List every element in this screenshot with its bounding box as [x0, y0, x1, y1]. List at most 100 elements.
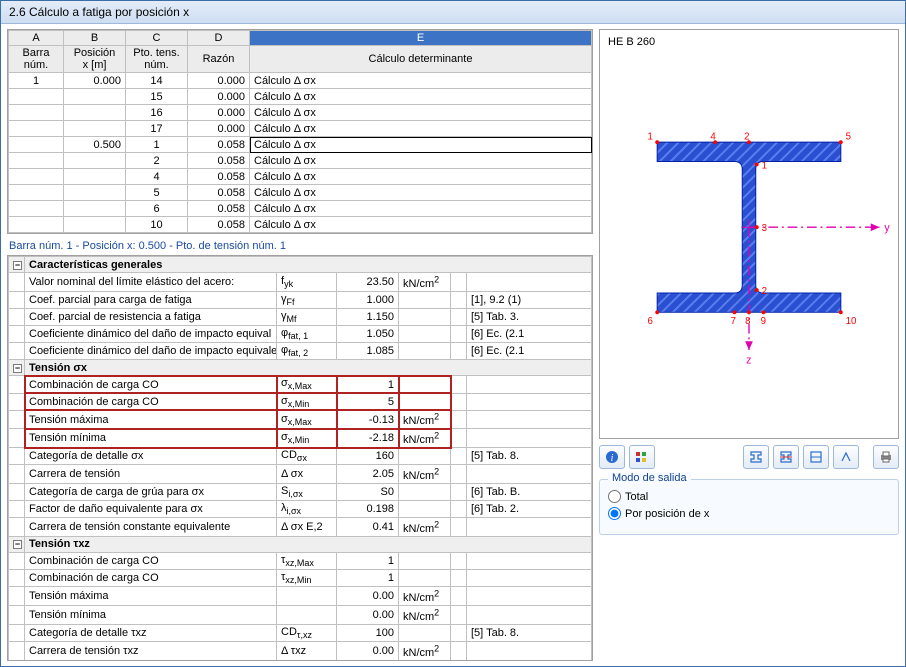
col-letter[interactable]: D: [188, 31, 250, 46]
detail-row[interactable]: Combinación de carga COτxz,Max1: [9, 552, 592, 569]
detail-group-caracteristicas[interactable]: −Características generales: [9, 257, 592, 273]
grid-cell[interactable]: [64, 153, 126, 169]
grid-cell[interactable]: 0.000: [64, 73, 126, 89]
grid-cell[interactable]: Cálculo Δ σx: [250, 137, 592, 153]
radio-total[interactable]: Total: [608, 490, 890, 503]
detail-table[interactable]: −Características generalesValor nominal …: [7, 255, 593, 661]
grid-cell[interactable]: [9, 153, 64, 169]
print-button[interactable]: [873, 445, 899, 469]
results-grid[interactable]: A B C D E Barranúm. Posiciónx [m] Pto. t…: [7, 29, 593, 234]
col-header[interactable]: Posiciónx [m]: [64, 46, 126, 73]
detail-row[interactable]: Carrera de tensión τxzΔ τxz0.00kN/cm2: [9, 641, 592, 660]
detail-row[interactable]: Coeficiente dinámico del daño de impacto…: [9, 343, 592, 360]
grid-cell[interactable]: 0.058: [188, 185, 250, 201]
col-header[interactable]: Barranúm.: [9, 46, 64, 73]
detail-row[interactable]: Coeficiente dinámico del daño de impacto…: [9, 326, 592, 343]
grid-row[interactable]: 20.058Cálculo Δ σx: [9, 153, 592, 169]
grid-cell[interactable]: 17: [126, 121, 188, 137]
grid-cell[interactable]: 1: [126, 137, 188, 153]
grid-row[interactable]: 40.058Cálculo Δ σx: [9, 169, 592, 185]
grid-cell[interactable]: [9, 217, 64, 233]
grid-cell[interactable]: Cálculo Δ σx: [250, 105, 592, 121]
grid-cell[interactable]: 4: [126, 169, 188, 185]
view-2-button[interactable]: [773, 445, 799, 469]
grid-cell[interactable]: 0.000: [188, 121, 250, 137]
detail-row[interactable]: Coef. parcial de resistencia a fatigaγMf…: [9, 308, 592, 325]
grid-cell[interactable]: 0.500: [64, 137, 126, 153]
detail-row[interactable]: Categoría de detalle τxzCDτ,xz100[5] Tab…: [9, 624, 592, 641]
section-preview[interactable]: HE B 260 y: [599, 29, 899, 439]
grid-cell[interactable]: Cálculo Δ σx: [250, 169, 592, 185]
grid-row[interactable]: 100.058Cálculo Δ σx: [9, 217, 592, 233]
grid-cell[interactable]: Cálculo Δ σx: [250, 89, 592, 105]
grid-cell[interactable]: Cálculo Δ σx: [250, 121, 592, 137]
detail-row[interactable]: Combinación de carga COσx,Max1: [9, 376, 592, 393]
view-4-button[interactable]: [833, 445, 859, 469]
grid-cell[interactable]: [9, 121, 64, 137]
grid-cell[interactable]: [9, 89, 64, 105]
grid-row[interactable]: 160.000Cálculo Δ σx: [9, 105, 592, 121]
color-button[interactable]: [629, 445, 655, 469]
detail-row[interactable]: Factor de daño equivalente para σxλi,σx0…: [9, 501, 592, 518]
grid-cell[interactable]: [9, 201, 64, 217]
view-1-button[interactable]: [743, 445, 769, 469]
detail-row[interactable]: Valor nominal del límite elástico del ac…: [9, 273, 592, 292]
col-letter[interactable]: A: [9, 31, 64, 46]
detail-row[interactable]: Carrera de tensión constante equivalente…: [9, 518, 592, 537]
grid-cell[interactable]: 10: [126, 217, 188, 233]
grid-cell[interactable]: 2: [126, 153, 188, 169]
grid-row[interactable]: 0.50010.058Cálculo Δ σx: [9, 137, 592, 153]
radio-porx-input[interactable]: [608, 507, 621, 520]
col-header[interactable]: Pto. tens.núm.: [126, 46, 188, 73]
detail-row[interactable]: Combinación de carga COσx,Min5: [9, 393, 592, 410]
grid-cell[interactable]: [9, 105, 64, 121]
detail-row[interactable]: Combinación de carga COτxz,Min1: [9, 570, 592, 587]
col-letter[interactable]: B: [64, 31, 126, 46]
grid-cell[interactable]: 0.058: [188, 153, 250, 169]
grid-row[interactable]: 10.000140.000Cálculo Δ σx: [9, 73, 592, 89]
grid-cell[interactable]: Cálculo Δ σx: [250, 153, 592, 169]
grid-row[interactable]: 170.000Cálculo Δ σx: [9, 121, 592, 137]
grid-cell[interactable]: 0.058: [188, 217, 250, 233]
grid-cell[interactable]: 0.058: [188, 137, 250, 153]
grid-cell[interactable]: Cálculo Δ σx: [250, 217, 592, 233]
grid-cell[interactable]: [9, 169, 64, 185]
grid-cell[interactable]: 6: [126, 201, 188, 217]
view-3-button[interactable]: [803, 445, 829, 469]
detail-row[interactable]: Categoría de carga de grúa para σxSi,σxS…: [9, 483, 592, 500]
grid-cell[interactable]: 0.000: [188, 105, 250, 121]
detail-row[interactable]: Categoría de carga de grúa para τxzSiS1: [9, 660, 592, 661]
grid-cell[interactable]: [64, 217, 126, 233]
grid-cell[interactable]: 15: [126, 89, 188, 105]
col-letter-selected[interactable]: E: [250, 31, 592, 46]
grid-cell[interactable]: 1: [9, 73, 64, 89]
grid-cell[interactable]: 14: [126, 73, 188, 89]
detail-row[interactable]: Tensión máximaσx,Max-0.13kN/cm2: [9, 410, 592, 429]
grid-cell[interactable]: [64, 105, 126, 121]
detail-row[interactable]: Tensión mínima0.00kN/cm2: [9, 606, 592, 625]
grid-cell[interactable]: [64, 169, 126, 185]
grid-cell[interactable]: 0.058: [188, 201, 250, 217]
grid-cell[interactable]: [9, 185, 64, 201]
collapse-icon[interactable]: −: [13, 540, 22, 549]
grid-cell[interactable]: Cálculo Δ σx: [250, 201, 592, 217]
grid-cell[interactable]: [64, 121, 126, 137]
collapse-icon[interactable]: −: [13, 364, 22, 373]
grid-row[interactable]: 50.058Cálculo Δ σx: [9, 185, 592, 201]
detail-row[interactable]: Tensión mínimaσx,Min-2.18kN/cm2: [9, 429, 592, 448]
radio-total-input[interactable]: [608, 490, 621, 503]
col-header[interactable]: Razón: [188, 46, 250, 73]
detail-row[interactable]: Categoría de detalle σxCDσx160[5] Tab. 8…: [9, 448, 592, 465]
detail-group-tension-sx[interactable]: −Tensión σx: [9, 360, 592, 376]
grid-cell[interactable]: 0.000: [188, 73, 250, 89]
col-header[interactable]: Cálculo determinante: [250, 46, 592, 73]
collapse-icon[interactable]: −: [13, 261, 22, 270]
grid-cell[interactable]: [64, 89, 126, 105]
detail-row[interactable]: Coef. parcial para carga de fatigaγFf1.0…: [9, 291, 592, 308]
detail-row[interactable]: Carrera de tensiónΔ σx2.05kN/cm2: [9, 465, 592, 484]
grid-cell[interactable]: Cálculo Δ σx: [250, 185, 592, 201]
grid-cell[interactable]: [9, 137, 64, 153]
grid-cell[interactable]: 5: [126, 185, 188, 201]
info-button[interactable]: i: [599, 445, 625, 469]
grid-cell[interactable]: Cálculo Δ σx: [250, 73, 592, 89]
